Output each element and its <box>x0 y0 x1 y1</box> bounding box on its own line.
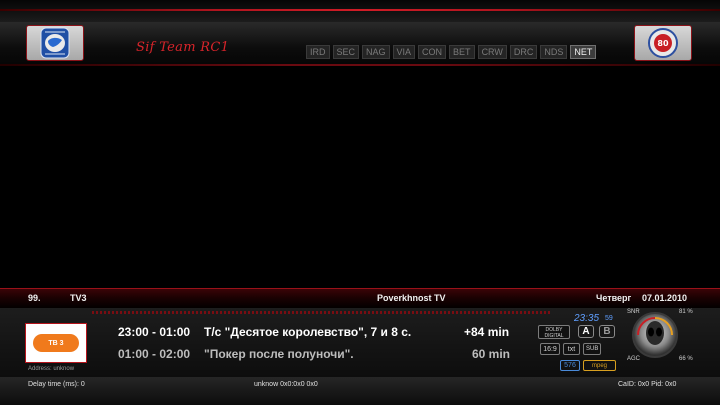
module-nag: NAG <box>362 45 390 59</box>
module-drc: DRC <box>509 45 538 59</box>
date: 07.01.2010 <box>642 293 688 303</box>
audio-a-badge: A <box>578 325 594 338</box>
agc-label: AGC <box>627 356 641 362</box>
caid-pid: CaID: 0x0 Pid: 0x0 <box>618 381 677 388</box>
event-next-time: 01:00 - 02:00 <box>118 347 191 361</box>
alien-head-icon <box>637 317 673 345</box>
ecm-info: unknow 0x0:0x0 0x0 <box>254 381 318 388</box>
module-via: VIA <box>392 45 416 59</box>
provider-logo-text: ТВ 3 <box>33 334 79 352</box>
progress-dots <box>92 311 550 314</box>
module-crw: CRW <box>477 45 507 59</box>
aspect-badge: 16:9 <box>540 343 560 355</box>
txt-badge: txt <box>563 343 580 355</box>
event-next-remaining: 60 min <box>472 347 511 361</box>
status-bar <box>0 377 720 405</box>
team-badge-logo: 80 <box>634 25 692 61</box>
module-bet: BET <box>449 45 475 59</box>
provider-name: Poverkhnost TV <box>377 293 446 303</box>
mpeg-badge: mpeg <box>583 360 616 371</box>
top-bar <box>0 0 720 22</box>
channel-number: 99. <box>28 293 41 303</box>
header-bar <box>0 22 720 66</box>
module-ird: IRD <box>306 45 330 59</box>
clock: 23:35 <box>574 313 600 324</box>
module-sec: SEC <box>332 45 360 59</box>
team-badge-icon: 80 <box>648 28 678 58</box>
clock-seconds: 59 <box>605 315 613 322</box>
module-net: NET <box>570 45 597 59</box>
module-indicators: IRD SEC NAG VIA CON BET CRW DRC NDS NET <box>306 45 597 59</box>
event-now-time: 23:00 - 01:00 <box>118 325 191 339</box>
team-badge-number: 80 <box>657 39 669 48</box>
resolution-badge: 576 <box>560 360 580 371</box>
audio-b-badge: B <box>599 325 615 338</box>
day-of-week: Четверг <box>596 293 632 303</box>
emblem-logo <box>26 25 84 61</box>
top-red-line <box>0 9 720 11</box>
digital-label: DIGITAL <box>544 333 564 339</box>
emblem-icon <box>40 27 70 59</box>
event-now-remaining: +84 min <box>464 325 510 339</box>
provider-logo: ТВ 3 <box>25 323 87 363</box>
agc-value: 66 % <box>679 356 693 362</box>
address-text: Address: unknow <box>28 366 75 372</box>
team-name: Sif Team RC1 <box>136 40 230 55</box>
signal-dial <box>632 312 678 358</box>
delay-time: Delay time (ms): 0 <box>28 381 85 388</box>
module-nds: NDS <box>540 45 568 59</box>
header-divider <box>0 64 720 66</box>
channel-name: TV3 <box>70 293 87 303</box>
snr-value: 81 % <box>679 309 693 315</box>
event-next-title: "Покер после полуночи". <box>204 347 354 361</box>
subtitle-badge: SUB <box>583 343 601 355</box>
dolby-badge: DOLBY DIGITAL <box>538 325 570 339</box>
module-con: CON <box>418 45 447 59</box>
event-now-title: Т/с "Десятое королевство", 7 и 8 с. <box>204 325 412 339</box>
